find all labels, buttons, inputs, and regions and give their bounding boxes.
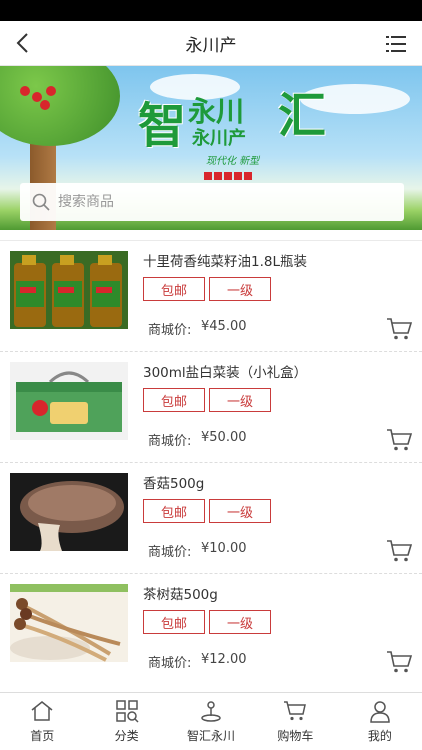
- search-input[interactable]: [58, 194, 358, 210]
- add-to-cart-icon[interactable]: [386, 650, 412, 674]
- product-name[interactable]: 300ml盐白菜装（小礼盒）: [143, 361, 307, 381]
- grade-tag: 一级: [209, 277, 271, 301]
- brand-yongchuan: 永川: [188, 95, 245, 128]
- berry-decoration: [40, 100, 50, 110]
- promo-banner[interactable]: 智 永川 永川产 汇 现代化 新型: [0, 66, 422, 230]
- product-name[interactable]: 十里荷香纯菜籽油1.8L瓶装: [143, 250, 307, 270]
- product-image-cabbage-box[interactable]: [10, 362, 128, 440]
- berry-decoration: [20, 86, 30, 96]
- location-icon: [201, 701, 221, 722]
- list-menu-icon[interactable]: [384, 32, 408, 56]
- product-list: 十里荷香纯菜籽油1.8L瓶装 包邮 一级 商城价: ¥45.00 300ml盐白…: [0, 230, 422, 692]
- brand-char-hui: 汇: [278, 88, 327, 144]
- price-label: 商城价:: [148, 656, 192, 671]
- product-name[interactable]: 茶树菇500g: [143, 583, 218, 603]
- add-to-cart-icon[interactable]: [386, 539, 412, 563]
- product-name[interactable]: 香菇500g: [143, 472, 204, 492]
- free-shipping-tag: 包邮: [143, 499, 205, 523]
- search-bar[interactable]: [20, 183, 404, 221]
- brand-tagline: 现代化 新型: [206, 156, 260, 167]
- brand-char-zhi: 智: [138, 98, 187, 154]
- tab-label: 购物车: [277, 729, 314, 743]
- price-value: ¥45.00: [201, 319, 247, 334]
- tab-label: 分类: [114, 729, 139, 743]
- product-item[interactable]: 茶树菇500g 包邮 一级 商城价: ¥12.00: [0, 573, 422, 684]
- add-to-cart-icon[interactable]: [386, 428, 412, 452]
- grade-tag: 一级: [209, 499, 271, 523]
- brand-yongchuanchan: 永川产: [192, 128, 246, 149]
- free-shipping-tag: 包邮: [143, 277, 205, 301]
- product-item[interactable]: 300ml盐白菜装（小礼盒） 包邮 一级 商城价: ¥50.00: [0, 351, 422, 462]
- product-image-mushroom[interactable]: [10, 473, 128, 551]
- bottom-tab-bar: 首页 分类 智汇永川 购物车 我的: [0, 692, 422, 750]
- tab-category[interactable]: 分类: [84, 693, 168, 750]
- free-shipping-tag: 包邮: [143, 388, 205, 412]
- tab-label: 我的: [367, 729, 392, 743]
- product-image-tea-mushroom[interactable]: [10, 584, 128, 662]
- tab-home[interactable]: 首页: [0, 693, 84, 750]
- category-icon: [115, 700, 139, 723]
- tab-label: 首页: [30, 729, 55, 743]
- cart-icon: [284, 701, 307, 721]
- price-value: ¥50.00: [201, 430, 247, 445]
- price-value: ¥10.00: [201, 541, 247, 556]
- berry-decoration: [46, 86, 56, 96]
- home-icon: [31, 701, 53, 721]
- back-arrow-icon[interactable]: [12, 31, 36, 55]
- grade-tag: 一级: [209, 388, 271, 412]
- product-item[interactable]: 十里荷香纯菜籽油1.8L瓶装 包邮 一级 商城价: ¥45.00: [0, 240, 422, 351]
- tab-zhihui-yongchuan[interactable]: 智汇永川: [169, 693, 253, 750]
- search-icon: [32, 193, 50, 211]
- free-shipping-tag: 包邮: [143, 610, 205, 634]
- grade-tag: 一级: [209, 610, 271, 634]
- nav-bar: 永川产: [0, 21, 422, 66]
- price-value: ¥12.00: [201, 652, 247, 667]
- status-bar: [0, 0, 422, 21]
- add-to-cart-icon[interactable]: [386, 317, 412, 341]
- product-item[interactable]: 香菇500g 包邮 一级 商城价: ¥10.00: [0, 462, 422, 573]
- user-icon: [370, 701, 390, 723]
- price-label: 商城价:: [148, 434, 192, 449]
- tree-crown-illustration: [0, 66, 120, 146]
- brand-logo: 智 永川 永川产 汇 现代化 新型: [138, 92, 344, 170]
- tab-mine[interactable]: 我的: [338, 693, 422, 750]
- tab-cart[interactable]: 购物车: [253, 693, 337, 750]
- page-title: 永川产: [185, 35, 237, 56]
- product-image-oil[interactable]: [10, 251, 128, 329]
- price-label: 商城价:: [148, 545, 192, 560]
- price-label: 商城价:: [148, 323, 192, 338]
- brand-badges: [204, 172, 252, 180]
- tab-label: 智汇永川: [187, 729, 236, 743]
